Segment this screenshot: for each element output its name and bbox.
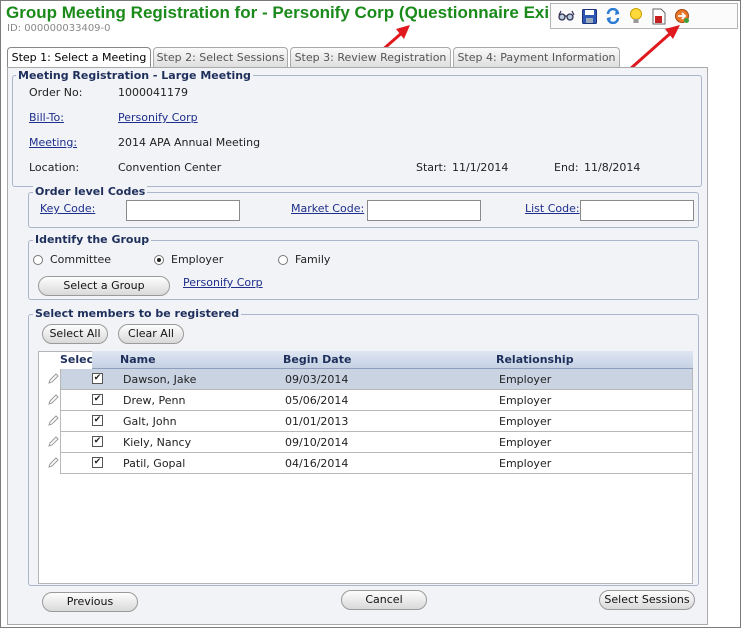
- meeting-value: 2014 APA Annual Meeting: [118, 136, 261, 149]
- key-code-link[interactable]: Key Code:: [40, 202, 95, 215]
- pencil-icon: [48, 373, 59, 384]
- members-legend: Select members to be registered: [33, 307, 242, 320]
- pencil-icon: [48, 394, 59, 405]
- column-name[interactable]: Name: [120, 353, 156, 366]
- list-code-link[interactable]: List Code:: [525, 202, 580, 215]
- group-link[interactable]: Personify Corp: [183, 276, 263, 289]
- row-relationship: Employer: [499, 373, 552, 386]
- family-radio[interactable]: [278, 255, 288, 265]
- column-relationship[interactable]: Relationship: [496, 353, 574, 366]
- row-name: Galt, John: [123, 415, 177, 428]
- table-row[interactable]: ✔ Drew, Penn 05/06/2014 Employer: [48, 390, 693, 411]
- family-label: Family: [295, 253, 331, 266]
- row-begin-date: 04/16/2014: [285, 457, 349, 470]
- pencil-icon: [48, 436, 59, 447]
- select-group-button[interactable]: Select a Group: [38, 276, 170, 296]
- tab-select-meeting[interactable]: Step 1: Select a Meeting: [7, 47, 151, 68]
- table-row[interactable]: ✔ Dawson, Jake 09/03/2014 Employer: [48, 369, 693, 390]
- pencil-icon: [48, 415, 59, 426]
- glasses-icon[interactable]: [557, 7, 576, 26]
- tab-select-sessions[interactable]: Step 2: Select Sessions: [153, 47, 288, 67]
- row-checkbox[interactable]: ✔: [92, 436, 103, 447]
- row-relationship: Employer: [499, 436, 552, 449]
- end-label: End:: [554, 161, 579, 174]
- row-name: Kiely, Nancy: [123, 436, 192, 449]
- group-legend: Identify the Group: [33, 233, 152, 246]
- row-checkbox[interactable]: ✔: [92, 415, 103, 426]
- location-value: Convention Center: [118, 161, 222, 174]
- main-panel: Meeting Registration - Large Meeting Ord…: [7, 67, 708, 625]
- list-code-input[interactable]: [580, 200, 694, 221]
- key-code-input[interactable]: [126, 200, 240, 221]
- bill-to-link[interactable]: Bill-To:: [29, 111, 64, 124]
- row-relationship: Employer: [499, 457, 552, 470]
- bill-to-value-link[interactable]: Personify Corp: [118, 111, 198, 124]
- select-sessions-button[interactable]: Select Sessions: [599, 590, 695, 610]
- employer-label: Employer: [171, 253, 224, 266]
- tab-review-registration[interactable]: Step 3: Review Registration: [290, 47, 451, 67]
- codes-legend: Order level Codes: [33, 185, 148, 198]
- record-id: ID: 000000033409-0: [7, 23, 111, 34]
- tab-payment-information[interactable]: Step 4: Payment Information: [453, 47, 620, 67]
- row-begin-date: 09/03/2014: [285, 373, 349, 386]
- meeting-legend: Meeting Registration - Large Meeting: [16, 69, 253, 82]
- start-value: 11/1/2014: [452, 161, 509, 174]
- row-name: Drew, Penn: [123, 394, 186, 407]
- row-checkbox[interactable]: ✔: [92, 373, 103, 384]
- employer-radio[interactable]: [154, 255, 164, 265]
- table-row[interactable]: ✔ Galt, John 01/01/2013 Employer: [48, 411, 693, 432]
- row-begin-date: 05/06/2014: [285, 394, 349, 407]
- pencil-icon: [48, 457, 59, 468]
- row-relationship: Employer: [499, 394, 552, 407]
- tree-line: [0, 371, 1, 466]
- clear-all-button[interactable]: Clear All: [118, 324, 184, 344]
- select-all-button[interactable]: Select All: [42, 324, 108, 344]
- row-name: Dawson, Jake: [123, 373, 197, 386]
- row-relationship: Employer: [499, 415, 552, 428]
- market-code-input[interactable]: [367, 200, 481, 221]
- table-row[interactable]: ✔ Kiely, Nancy 09/10/2014 Employer: [48, 432, 693, 453]
- committee-label: Committee: [50, 253, 112, 266]
- page-title: Group Meeting Registration for - Personi…: [6, 3, 580, 22]
- row-checkbox[interactable]: ✔: [92, 457, 103, 468]
- cancel-button[interactable]: Cancel: [341, 590, 427, 610]
- row-begin-date: 01/01/2013: [285, 415, 349, 428]
- market-code-link[interactable]: Market Code:: [291, 202, 364, 215]
- row-checkbox[interactable]: ✔: [92, 394, 103, 405]
- table-row[interactable]: ✔ Patil, Gopal 04/16/2014 Employer: [48, 453, 693, 474]
- window-frame: Group Meeting Registration for - Personi…: [0, 0, 741, 628]
- meeting-link[interactable]: Meeting:: [29, 136, 77, 149]
- committee-radio[interactable]: [33, 255, 43, 265]
- order-no-label: Order No:: [29, 86, 83, 99]
- previous-button[interactable]: Previous: [42, 592, 138, 612]
- location-label: Location:: [29, 161, 80, 174]
- column-begin-date[interactable]: Begin Date: [283, 353, 351, 366]
- end-value: 11/8/2014: [584, 161, 641, 174]
- order-no-value: 1000041179: [118, 86, 188, 99]
- row-name: Patil, Gopal: [123, 457, 186, 470]
- row-begin-date: 09/10/2014: [285, 436, 349, 449]
- grid-header: Name Begin Date Relationship: [92, 351, 693, 369]
- start-label: Start:: [416, 161, 447, 174]
